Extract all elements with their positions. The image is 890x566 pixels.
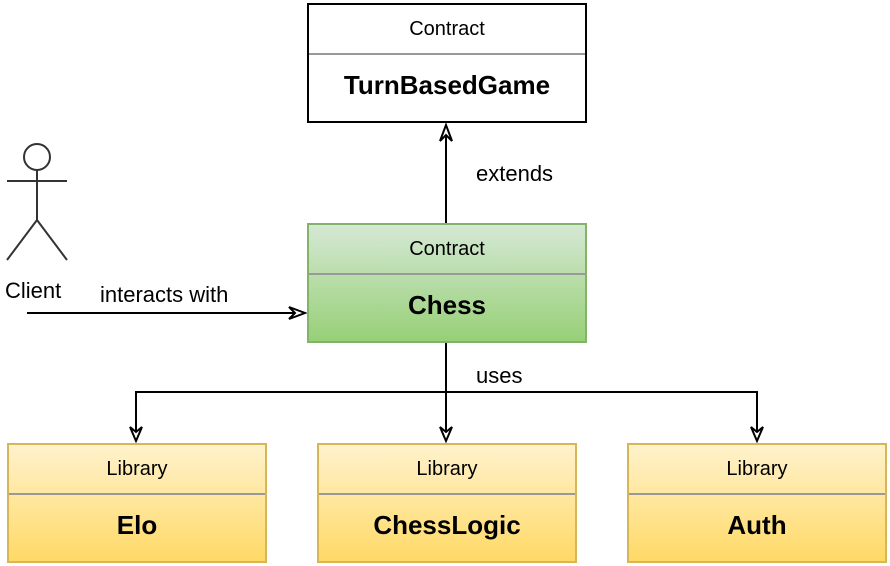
stereotype-label: Contract <box>309 5 585 55</box>
extends-edge <box>439 122 453 223</box>
uses-label: uses <box>476 363 523 388</box>
class-name: Elo <box>116 509 158 540</box>
stereotype-label: Library <box>629 445 885 495</box>
actor-client-label: Client <box>5 278 62 303</box>
interacts-label: interacts with <box>100 282 229 307</box>
class-name: ChessLogic <box>373 509 521 540</box>
class-name: TurnBasedGame <box>343 69 551 100</box>
node-turnbasedgame[interactable]: Contract TurnBasedGame <box>307 3 587 123</box>
actor-client-icon <box>6 143 68 261</box>
extends-label: extends <box>476 161 554 186</box>
stereotype-label: Library <box>9 445 265 495</box>
node-auth[interactable]: Library Auth <box>627 443 887 563</box>
node-chess[interactable]: Contract Chess <box>307 223 587 343</box>
class-name: Chess <box>407 289 487 320</box>
class-name: Auth <box>727 509 787 540</box>
node-elo[interactable]: Library Elo <box>7 443 267 563</box>
stereotype-label: Library <box>319 445 575 495</box>
interacts-edge <box>27 306 308 320</box>
node-chesslogic[interactable]: Library ChessLogic <box>317 443 577 563</box>
uses-edge <box>135 342 758 441</box>
stereotype-label: Contract <box>309 225 585 275</box>
